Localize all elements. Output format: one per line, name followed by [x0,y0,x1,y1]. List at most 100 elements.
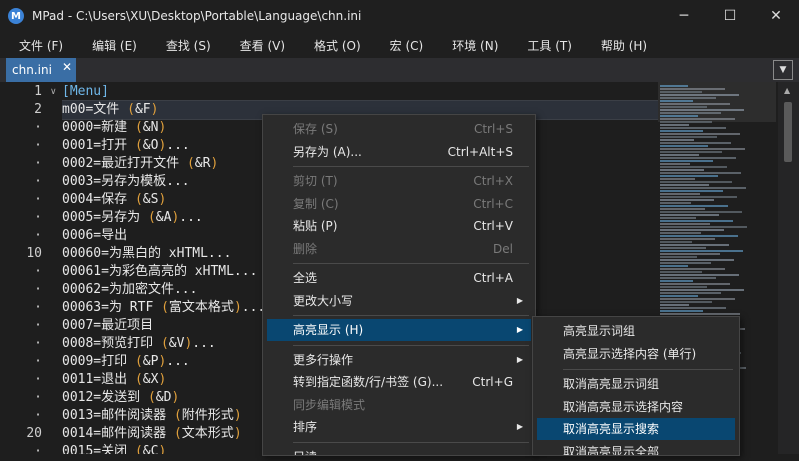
minimap-line [660,139,694,141]
minimap-line [660,88,725,90]
minimap-line [660,226,747,228]
minimize-button[interactable]: ─ [661,0,707,32]
context-menu-item[interactable]: 更改大小写 ▶ [267,290,531,312]
submenu-arrow-icon: ▶ [516,354,523,364]
menu-separator [293,441,529,443]
context-menu-item[interactable]: 高亮显示 (H) ▶ [267,319,531,341]
tab-label: chn.ini [12,63,52,77]
minimap-line [660,277,716,279]
tab-chn-ini[interactable]: chn.ini ✕ [6,58,76,82]
context-menu-item: 删除 Del [267,238,531,260]
minimap-line [660,145,708,147]
line-number: · [34,336,42,351]
code-line: 00062=为加密文件... [62,282,198,297]
context-menu-item[interactable]: 转到指定函数/行/书签 (G)... Ctrl+G [267,371,531,393]
line-number: 1 [34,84,42,99]
menu-6[interactable]: 环境 (N) [433,37,508,54]
minimap-line [660,271,702,273]
minimap-line [660,232,701,234]
tab-bar: chn.ini ✕ ▼ [0,58,799,83]
submenu-item[interactable]: 取消高亮显示选择内容 [537,396,735,418]
line-number: · [34,282,42,297]
code-section-header: [Menu] [62,84,109,99]
line-number: · [34,408,42,423]
app-logo-icon: M [8,8,24,24]
menu-item-shortcut: Ctrl+C [473,196,513,211]
menu-0[interactable]: 文件 (F) [0,37,73,54]
minimap-line [660,160,713,162]
context-menu-item: 剪切 (T) Ctrl+X [267,170,531,192]
minimap-line [660,205,728,207]
minimap-line [660,193,700,195]
scrollbar-thumb[interactable] [784,102,792,162]
context-menu-item[interactable]: 更多行操作 ▶ [267,349,531,371]
menu-3[interactable]: 查看 (V) [221,37,295,54]
minimap-line [660,208,705,210]
code-line: 0000=新建 (&N) [62,120,167,135]
menu-separator [293,315,529,316]
code-line: 0006=导出 [62,228,128,243]
minimap-line [660,112,721,114]
context-menu-item[interactable]: 排序 ▶ [267,416,531,438]
menu-item-label: 全选 [293,271,318,285]
minimap-line [660,187,746,189]
menu-item-label: 转到指定函数/行/书签 (G)... [293,375,444,389]
menu-1[interactable]: 编辑 (E) [73,37,147,54]
minimap-line [660,157,736,159]
minimap-line [660,184,709,186]
minimap-line [660,133,740,135]
code-line: 0003=另存为模板... [62,174,190,189]
context-menu-item[interactable]: 粘贴 (P) Ctrl+V [267,215,531,237]
tab-list-dropdown-icon[interactable]: ▼ [773,60,793,80]
code-line: 0011=退出 (&X) [62,372,167,387]
context-menu-item[interactable]: 全选 Ctrl+A [267,267,531,289]
code-line: 0013=邮件阅读器 (附件形式) [62,408,242,423]
line-number: · [34,444,42,459]
menu-item-label: 保存 (S) [293,122,338,136]
submenu-item[interactable]: 高亮显示词组 [537,320,735,342]
minimap-line [660,274,739,276]
context-menu-item[interactable]: 另存为 (A)... Ctrl+Alt+S [267,141,531,163]
fold-chevron-icon[interactable]: ∨ [50,83,60,101]
minimap-line [660,121,712,123]
menu-separator [293,166,529,167]
submenu-item-label: 取消高亮显示词组 [563,377,660,391]
minimap-line [660,127,726,129]
code-line: 00060=为黑白的 xHTML... [62,246,232,261]
submenu-item[interactable]: 高亮显示选择内容 (单行) [537,343,735,365]
menu-8[interactable]: 帮助 (H) [582,37,657,54]
submenu-item-label: 取消高亮显示选择内容 [563,399,684,414]
menu-7[interactable]: 工具 (T) [508,37,582,54]
menu-item-label: 更改大小写 [293,293,354,308]
minimap-line [660,124,689,126]
code-line: 0008=预览打印 (&V)... [62,336,216,351]
code-line: 0012=发送到 (&D) [62,390,180,405]
line-number: · [34,228,42,243]
submenu-item[interactable]: 取消高亮显示词组 [537,373,735,395]
scroll-up-arrow-icon[interactable]: ▲ [784,86,790,95]
minimap-line [660,313,740,315]
menu-4[interactable]: 格式 (O) [295,37,371,54]
menu-2[interactable]: 查找 (S) [147,37,221,54]
close-button[interactable]: ✕ [753,0,799,32]
menu-item-shortcut: Ctrl+X [473,174,513,188]
line-number: · [34,138,42,153]
line-number: · [34,120,42,135]
context-menu-item: 同步编辑模式 [267,394,531,416]
minimap-line [660,250,743,252]
vertical-scrollbar[interactable]: ▲ [778,82,799,454]
menu-item-shortcut: Del [493,241,513,256]
menu-separator [293,263,529,264]
maximize-button[interactable]: ☐ [707,0,753,32]
submenu-item[interactable]: 取消高亮显示搜索 [537,418,735,440]
minimap-line [660,241,692,243]
menu-item-label: 同步编辑模式 [293,397,366,412]
minimap-line [660,310,703,312]
minimap-line [660,181,732,183]
context-menu-item[interactable]: 只读 [267,446,531,456]
tab-close-icon[interactable]: ✕ [62,60,72,74]
menu-5[interactable]: 宏 (C) [371,37,434,54]
code-line: 0002=最近打开文件 (&R) [62,156,219,171]
minimap-line [660,118,735,120]
context-menu-item: 复制 (C) Ctrl+C [267,193,531,215]
